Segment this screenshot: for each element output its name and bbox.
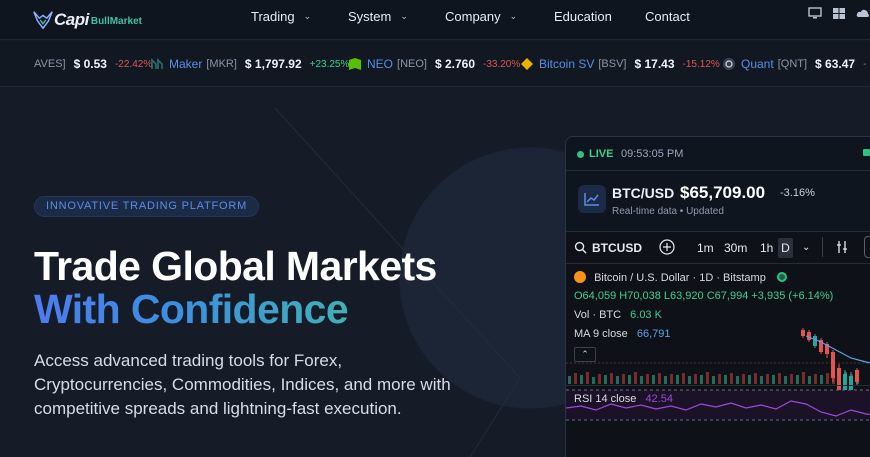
price-ticker: AVES] $ 0.53 -22.42% Maker [MKR] $ 1,797…: [0, 41, 870, 87]
ticker-change: +23.25%: [309, 58, 350, 70]
ticker-symbol: [BSV]: [598, 58, 627, 70]
chart-type-icon[interactable]: [864, 236, 870, 258]
status-square-icon: [863, 149, 870, 156]
nav-item-contact[interactable]: Contact: [645, 0, 690, 32]
interval-1h[interactable]: 1h: [760, 241, 773, 255]
ticker-symbol: AVES]: [34, 58, 66, 70]
ticker-symbol: [QNT]: [777, 58, 808, 70]
ticker-name: Maker: [169, 57, 203, 71]
volume-bars: [568, 368, 859, 384]
chevron-down-icon: ⌄: [303, 10, 312, 21]
rsi-value: 42.54: [645, 393, 673, 405]
platform-icons: [808, 6, 870, 20]
top-navigation: Capi BullMarket Trading ⌄ System ⌄ Compa…: [0, 0, 870, 40]
card-header: LIVE 09:53:05 PM: [566, 137, 870, 171]
nav-item-company[interactable]: Company ⌄: [445, 0, 517, 32]
live-label: LIVE: [589, 148, 614, 160]
brand-suffix: BullMarket: [90, 16, 142, 27]
chart-title-row: Bitcoin / U.S. Dollar · 1D · Bitstamp: [574, 271, 787, 284]
tradingview-widget[interactable]: BTCUSD 1m 30m 1h D ⌄ Bitcoin / U.S. Doll…: [566, 231, 870, 457]
nav-item-label: Education: [554, 8, 612, 24]
cloud-icon[interactable]: [856, 6, 870, 20]
pair-price: $65,709.00: [680, 183, 766, 202]
ticker-symbol: [NEO]: [397, 58, 427, 70]
bitcoin-sv-logo-icon: [520, 57, 534, 71]
ticker-price: $ 2.760: [434, 57, 476, 71]
search-icon[interactable]: [574, 241, 587, 257]
hero-title: Trade Global Markets: [34, 243, 437, 289]
nav-item-label: System: [348, 8, 392, 24]
ticker-name: Bitcoin SV: [539, 57, 595, 71]
ticker-change: -33.20%: [483, 58, 521, 70]
interval-dropdown-chevron-icon[interactable]: ⌄: [802, 242, 810, 253]
quant-logo-icon: [722, 57, 736, 71]
maker-logo-icon: [150, 57, 164, 71]
interval-d[interactable]: D: [778, 238, 793, 258]
ticker-item[interactable]: Maker [MKR] $ 1,797.92 +23.25%: [150, 56, 349, 72]
bitcoin-logo-icon: [574, 271, 586, 283]
ticker-item[interactable]: AVES] $ 0.53 -22.42%: [34, 56, 152, 72]
chart-title: Bitcoin / U.S. Dollar · 1D · Bitstamp: [594, 272, 766, 284]
hero-description: Access advanced trading tools for Forex,…: [34, 351, 451, 418]
ticker-item[interactable]: NEO [NEO] $ 2.760 -33.20%: [348, 56, 520, 72]
bull-logo-icon: [33, 11, 53, 30]
windows-icon[interactable]: [832, 6, 846, 20]
nav-item-label: Trading: [251, 8, 295, 24]
ticker-change: -: [863, 58, 867, 70]
pair-name: BTC/USD: [612, 185, 675, 201]
monitor-icon[interactable]: [808, 6, 822, 20]
chevron-down-icon: ⌄: [400, 10, 408, 21]
live-time: 09:53:05 PM: [621, 148, 684, 160]
toolbar-divider: [822, 237, 823, 257]
platform-badge: INNOVATIVE TRADING PLATFORM: [34, 196, 260, 217]
ticker-price: $ 1,797.92: [244, 57, 302, 71]
interval-1m[interactable]: 1m: [697, 241, 714, 255]
nav-item-label: Company: [445, 8, 501, 24]
nav-item-trading[interactable]: Trading ⌄: [251, 0, 311, 32]
live-indicator-icon: [577, 151, 584, 158]
brand-name: Capi: [54, 10, 89, 29]
market-open-icon: [776, 272, 787, 282]
rsi-row: RSI 14 close 42.54: [574, 393, 673, 405]
ticker-price: $ 0.53: [73, 57, 107, 71]
live-price-card: LIVE 09:53:05 PM BTC/USD $65,709.00 -3.1…: [565, 136, 870, 457]
volume-label: Vol · BTC: [574, 309, 622, 321]
ticker-price: $ 63.47: [815, 57, 856, 71]
pair-subtitle: Real-time data • Updated: [612, 206, 724, 217]
volume-value: 6.03 K: [630, 309, 662, 321]
chart-line-icon: [578, 185, 606, 213]
ticker-name: NEO: [367, 57, 394, 71]
chevron-down-icon: ⌄: [509, 10, 518, 21]
ticker-name: Quant: [741, 57, 774, 71]
ticker-price: $ 17.43: [634, 57, 675, 71]
ticker-item[interactable]: Bitcoin SV [BSV] $ 17.43 -15.12%: [520, 56, 720, 72]
interval-30m[interactable]: 30m: [724, 241, 747, 255]
chart-toolbar: BTCUSD 1m 30m 1h D ⌄: [566, 232, 870, 264]
brand-logo[interactable]: Capi BullMarket: [32, 4, 142, 36]
ticker-change: -22.42%: [114, 58, 153, 70]
rsi-label: RSI 14 close: [574, 393, 637, 405]
ticker-item[interactable]: Quant [QNT] $ 63.47 -: [722, 56, 866, 72]
pair-change: -3.16%: [780, 187, 815, 199]
add-compare-icon[interactable]: [659, 239, 675, 258]
indicators-icon[interactable]: [834, 239, 850, 258]
neo-logo-icon: [348, 57, 362, 71]
ticker-symbol: [MKR]: [206, 58, 237, 70]
ticker-change: -15.12%: [682, 58, 720, 70]
nav-item-label: Contact: [645, 8, 690, 24]
nav-item-education[interactable]: Education: [554, 0, 612, 32]
nav-item-system[interactable]: System ⌄: [348, 0, 408, 32]
chart-symbol[interactable]: BTCUSD: [592, 241, 642, 255]
ohlc-values: O64,059 H70,038 L63,920 C67,994 +3,935 (…: [574, 290, 834, 302]
rsi-chart: [566, 389, 870, 421]
hero-title-highlight: With Confidence: [34, 286, 349, 332]
volume-row: Vol · BTC 6.03 K: [574, 309, 662, 321]
